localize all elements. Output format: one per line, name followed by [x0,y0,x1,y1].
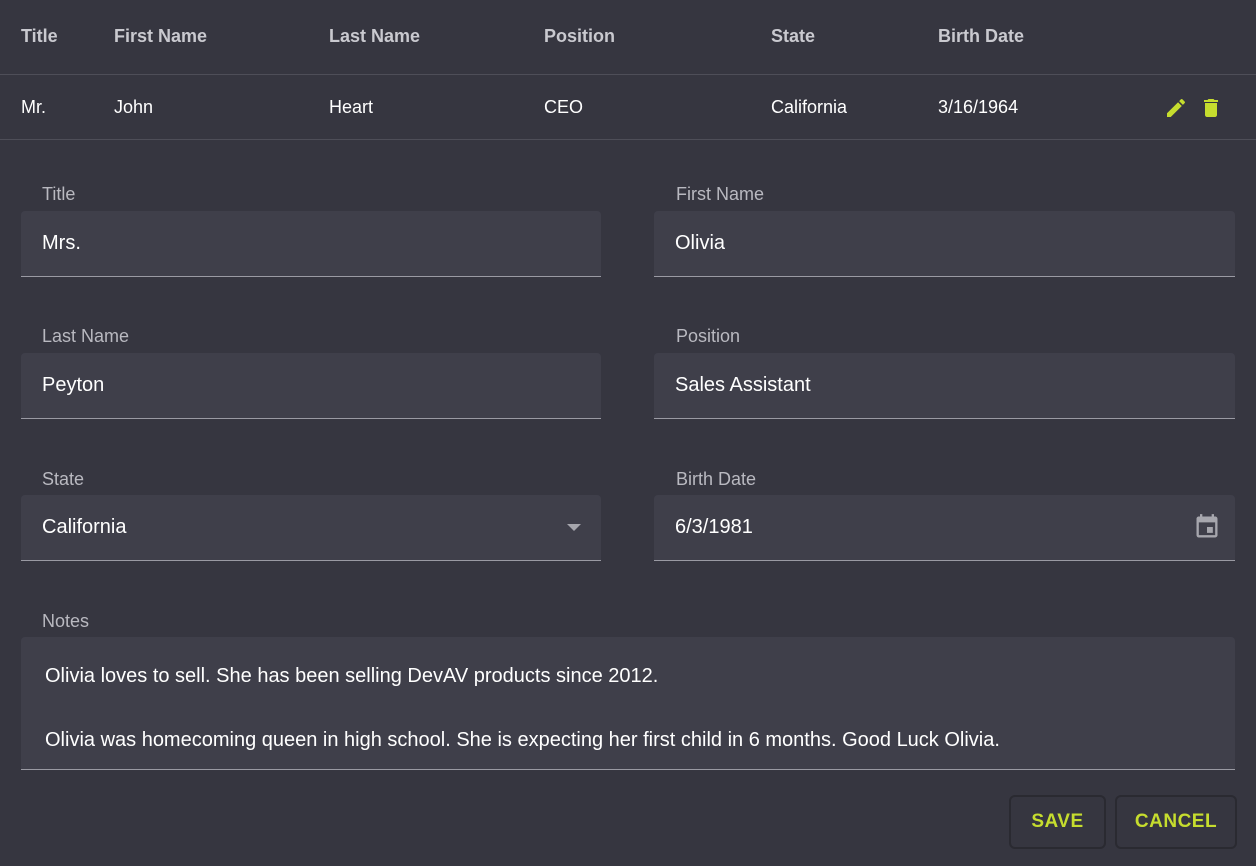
notes-label: Notes [42,611,90,631]
cell-state: California [771,97,848,117]
cancel-button[interactable]: CANCEL [1115,795,1237,849]
dropdown-arrow-icon[interactable] [567,524,581,531]
calendar-icon[interactable] [1193,513,1221,541]
first-name-field[interactable]: Olivia [654,211,1235,277]
title-label: Title [42,184,76,204]
column-header-state[interactable]: State [771,26,815,47]
state-value: California [42,516,127,538]
cell-birth-date: 3/16/1964 [938,97,1019,117]
table-row[interactable]: Mr. John Heart CEO California 3/16/1964 [0,75,1256,140]
column-header-last-name[interactable]: Last Name [329,26,420,47]
position-field[interactable]: Sales Assistant [654,353,1235,419]
column-header-title[interactable]: Title [21,26,58,47]
position-label: Position [676,326,741,346]
cell-title: Mr. [21,97,46,117]
last-name-value: Peyton [42,374,105,396]
cell-last-name: Heart [329,97,374,117]
trash-icon[interactable] [1199,96,1223,120]
state-select[interactable]: California [21,495,601,561]
notes-line-2: Olivia was homecoming queen in high scho… [45,729,1000,751]
grid-header: Title First Name Last Name Position Stat… [0,0,1256,75]
first-name-value: Olivia [675,232,726,254]
last-name-label: Last Name [42,326,130,346]
birth-date-field[interactable]: 6/3/1981 [654,495,1235,561]
save-button[interactable]: SAVE [1009,795,1106,849]
last-name-field[interactable]: Peyton [21,353,601,419]
notes-textarea[interactable]: Olivia loves to sell. She has been selli… [21,637,1235,770]
notes-line-1: Olivia loves to sell. She has been selli… [45,665,659,687]
birth-date-label: Birth Date [676,469,757,489]
cell-position: CEO [544,97,584,117]
column-header-position[interactable]: Position [544,26,615,47]
title-field[interactable]: Mrs. [21,211,601,277]
title-value: Mrs. [42,232,81,254]
state-label: State [42,469,85,489]
column-header-first-name[interactable]: First Name [114,26,207,47]
birth-date-value: 6/3/1981 [675,516,753,538]
pencil-icon[interactable] [1164,96,1188,120]
column-header-birth-date[interactable]: Birth Date [938,26,1024,47]
position-value: Sales Assistant [675,374,811,396]
cell-first-name: John [114,97,154,117]
first-name-label: First Name [676,184,765,204]
